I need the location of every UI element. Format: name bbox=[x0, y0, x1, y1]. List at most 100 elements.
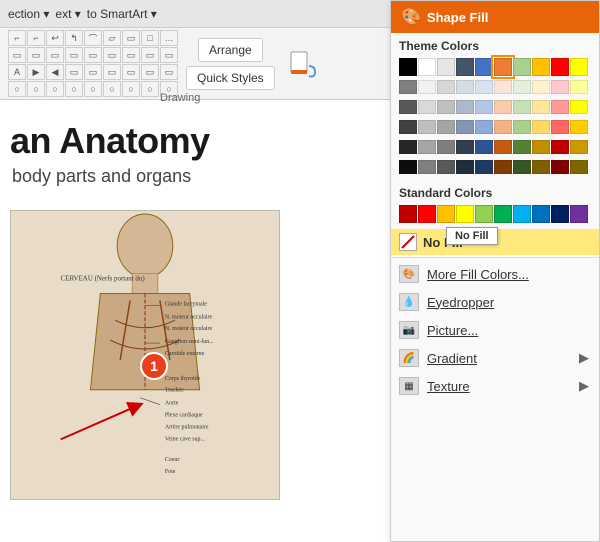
shade-cell[interactable] bbox=[437, 120, 455, 134]
theme-color-cell[interactable] bbox=[456, 58, 474, 76]
shape-cell[interactable]: ↩ bbox=[46, 30, 64, 46]
shade-cell[interactable] bbox=[494, 80, 512, 94]
shade-cell[interactable] bbox=[418, 140, 436, 154]
std-color-cell[interactable] bbox=[513, 205, 531, 223]
shape-cell[interactable]: A bbox=[8, 64, 26, 80]
toolbar-item-section[interactable]: ection ▾ bbox=[8, 7, 49, 21]
shape-cell[interactable]: ▭ bbox=[103, 64, 121, 80]
toolbar-item-smartart[interactable]: to SmartArt ▾ bbox=[87, 7, 157, 21]
std-color-cell[interactable] bbox=[437, 205, 455, 223]
shape-cell[interactable]: □ bbox=[141, 30, 159, 46]
shade-cell[interactable] bbox=[475, 160, 493, 174]
shade-cell[interactable] bbox=[532, 80, 550, 94]
shape-cell[interactable]: ▭ bbox=[8, 47, 26, 63]
theme-color-cell[interactable] bbox=[570, 58, 588, 76]
shape-cell[interactable]: ▭ bbox=[103, 47, 121, 63]
shape-cell[interactable]: ◀ bbox=[46, 64, 64, 80]
shade-cell[interactable] bbox=[475, 140, 493, 154]
shade-cell[interactable] bbox=[418, 80, 436, 94]
shape-cell[interactable]: ○ bbox=[122, 81, 140, 97]
theme-color-cell[interactable] bbox=[475, 58, 493, 76]
quick-styles-button[interactable]: Quick Styles bbox=[186, 66, 275, 90]
std-color-cell[interactable] bbox=[475, 205, 493, 223]
theme-color-cell[interactable] bbox=[418, 58, 436, 76]
shape-cell[interactable]: ▭ bbox=[84, 47, 102, 63]
shape-cell[interactable]: ↰ bbox=[65, 30, 83, 46]
shade-cell[interactable] bbox=[570, 100, 588, 114]
shade-cell[interactable] bbox=[437, 160, 455, 174]
theme-color-cell[interactable] bbox=[513, 58, 531, 76]
shade-cell[interactable] bbox=[437, 80, 455, 94]
shade-cell[interactable] bbox=[570, 160, 588, 174]
shade-cell[interactable] bbox=[399, 80, 417, 94]
menu-item-more-fill-colors[interactable]: 🎨More Fill Colors... bbox=[391, 260, 599, 288]
shade-cell[interactable] bbox=[551, 100, 569, 114]
shape-cell[interactable]: ▭ bbox=[65, 47, 83, 63]
shade-cell[interactable] bbox=[456, 140, 474, 154]
shade-cell[interactable] bbox=[532, 120, 550, 134]
std-color-cell[interactable] bbox=[551, 205, 569, 223]
menu-item-texture[interactable]: ▦Texture▶ bbox=[391, 372, 599, 400]
shape-cell[interactable]: ⌒ bbox=[84, 30, 102, 46]
menu-item-eyedropper[interactable]: 💧Eyedropper bbox=[391, 288, 599, 316]
shade-cell[interactable] bbox=[513, 120, 531, 134]
shade-cell[interactable] bbox=[456, 120, 474, 134]
std-color-cell[interactable] bbox=[532, 205, 550, 223]
arrange-button[interactable]: Arrange bbox=[198, 38, 263, 62]
shade-cell[interactable] bbox=[494, 140, 512, 154]
shape-cell[interactable]: ▭ bbox=[160, 47, 178, 63]
theme-color-cell[interactable] bbox=[437, 58, 455, 76]
shade-cell[interactable] bbox=[418, 160, 436, 174]
shape-cell[interactable]: ▭ bbox=[46, 47, 64, 63]
shade-cell[interactable] bbox=[418, 100, 436, 114]
shade-cell[interactable] bbox=[418, 120, 436, 134]
std-color-cell[interactable] bbox=[418, 205, 436, 223]
shade-cell[interactable] bbox=[532, 140, 550, 154]
shade-cell[interactable] bbox=[456, 100, 474, 114]
shape-cell[interactable]: ○ bbox=[8, 81, 26, 97]
shade-cell[interactable] bbox=[437, 100, 455, 114]
toolbar-item-text[interactable]: ext ▾ bbox=[55, 7, 80, 21]
shade-cell[interactable] bbox=[513, 80, 531, 94]
shape-cell[interactable]: ○ bbox=[84, 81, 102, 97]
shape-cell[interactable]: ○ bbox=[103, 81, 121, 97]
shade-cell[interactable] bbox=[475, 100, 493, 114]
shade-cell[interactable] bbox=[494, 160, 512, 174]
shade-cell[interactable] bbox=[399, 100, 417, 114]
shade-cell[interactable] bbox=[532, 100, 550, 114]
std-color-cell[interactable] bbox=[494, 205, 512, 223]
shape-cell[interactable]: ▭ bbox=[141, 47, 159, 63]
shade-cell[interactable] bbox=[551, 80, 569, 94]
shape-cell[interactable]: ○ bbox=[46, 81, 64, 97]
shade-cell[interactable] bbox=[551, 160, 569, 174]
shape-cell[interactable]: ▭ bbox=[122, 47, 140, 63]
std-color-cell[interactable] bbox=[456, 205, 474, 223]
theme-color-cell[interactable] bbox=[494, 58, 512, 76]
shade-cell[interactable] bbox=[494, 120, 512, 134]
shade-cell[interactable] bbox=[532, 160, 550, 174]
shade-cell[interactable] bbox=[456, 80, 474, 94]
shade-cell[interactable] bbox=[570, 140, 588, 154]
shape-cell[interactable]: ▭ bbox=[122, 30, 140, 46]
no-fill-row[interactable]: No Fill No Fill bbox=[391, 229, 599, 255]
shade-cell[interactable] bbox=[437, 140, 455, 154]
shade-cell[interactable] bbox=[475, 120, 493, 134]
shade-cell[interactable] bbox=[513, 100, 531, 114]
shade-cell[interactable] bbox=[456, 160, 474, 174]
shape-cell[interactable]: ⌐ bbox=[8, 30, 26, 46]
shape-cell[interactable]: … bbox=[160, 30, 178, 46]
shape-cell[interactable]: ○ bbox=[65, 81, 83, 97]
shade-cell[interactable] bbox=[494, 100, 512, 114]
shade-cell[interactable] bbox=[551, 140, 569, 154]
menu-item-picture[interactable]: 📷Picture... bbox=[391, 316, 599, 344]
shade-cell[interactable] bbox=[513, 140, 531, 154]
std-color-cell[interactable] bbox=[399, 205, 417, 223]
std-color-cell[interactable] bbox=[570, 205, 588, 223]
shape-cell[interactable]: ▭ bbox=[84, 64, 102, 80]
shade-cell[interactable] bbox=[513, 160, 531, 174]
shape-cell[interactable]: ▭ bbox=[65, 64, 83, 80]
shade-cell[interactable] bbox=[399, 120, 417, 134]
shape-cell[interactable]: ○ bbox=[27, 81, 45, 97]
shade-cell[interactable] bbox=[399, 160, 417, 174]
theme-color-cell[interactable] bbox=[551, 58, 569, 76]
